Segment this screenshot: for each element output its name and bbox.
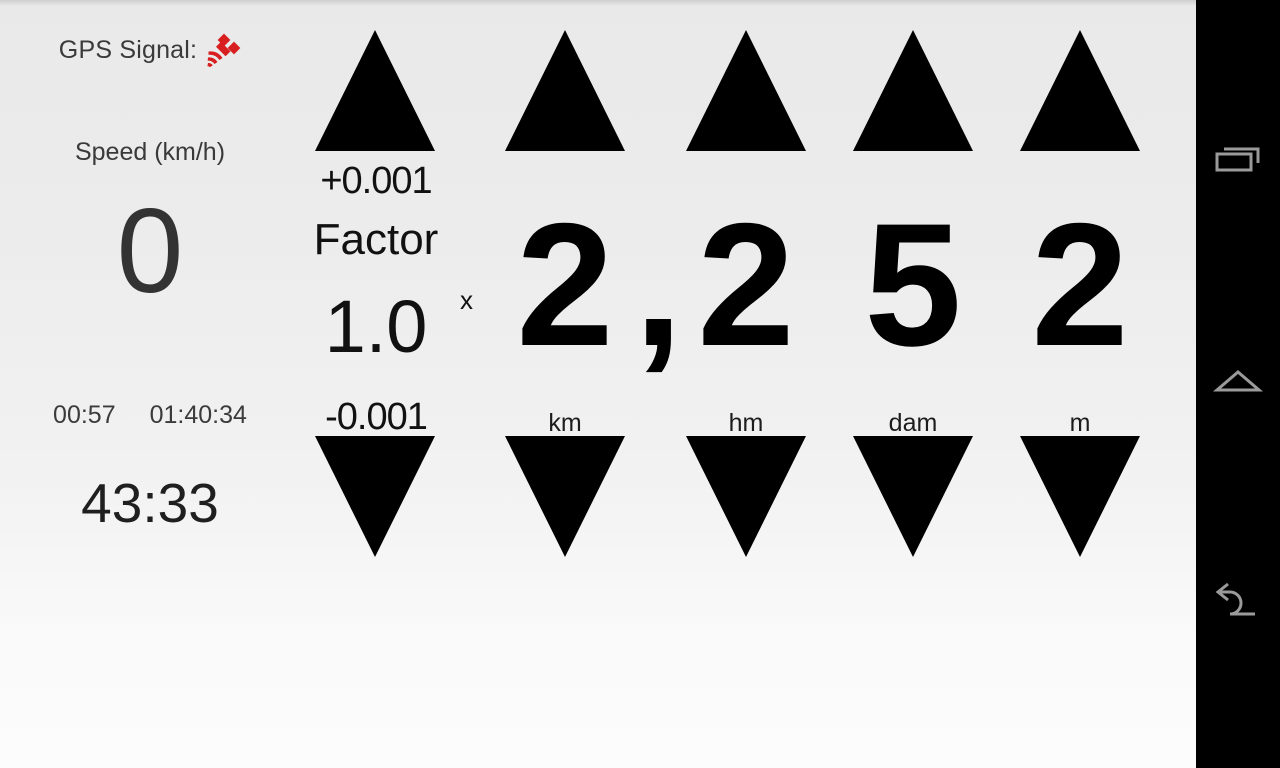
- decrement-triangle-km[interactable]: [505, 436, 625, 557]
- odometer-unit-m: m: [1069, 409, 1091, 437]
- timers-row: 00:57 01:40:34: [0, 401, 300, 430]
- lap-time: 00:57: [53, 401, 116, 429]
- screen: GPS Signal: Speed (km/h) 0 00:57 01:40:3…: [0, 0, 1280, 768]
- decrement-triangle-hm[interactable]: [686, 436, 806, 557]
- increment-triangle-dam[interactable]: [853, 30, 973, 151]
- bottom-toolbar: 3.17: [0, 580, 1196, 768]
- factor-increment-label: +0.001: [320, 160, 432, 202]
- odometer-digit-dam[interactable]: 5: [853, 196, 973, 376]
- satellite-icon: [205, 33, 241, 67]
- elapsed-time: 43:33: [81, 472, 219, 534]
- decrement-triangle-m[interactable]: [1020, 436, 1140, 557]
- back-icon[interactable]: [1196, 562, 1280, 646]
- odometer-digit-km[interactable]: 2: [505, 196, 625, 376]
- odometer-unit-dam: dam: [888, 409, 938, 437]
- factor-value: 1.0: [324, 285, 428, 368]
- odometer-separator: ,: [634, 188, 683, 383]
- increment-triangle-hm[interactable]: [686, 30, 806, 151]
- odometer-digit-hm[interactable]: 2: [686, 196, 806, 376]
- factor-multiply-symbol: x: [460, 285, 473, 315]
- speed-label: Speed (km/h): [74, 138, 226, 166]
- increment-triangle-factor[interactable]: [315, 30, 435, 151]
- left-info-column: GPS Signal: Speed (km/h) 0 00:57 01:40:3…: [0, 0, 300, 580]
- android-navigation-bar: [1196, 0, 1280, 768]
- home-icon[interactable]: [1196, 340, 1280, 424]
- odometer-digit-m[interactable]: 2: [1020, 196, 1140, 376]
- gps-signal-row: GPS Signal:: [0, 33, 300, 67]
- decrement-triangle-factor[interactable]: [315, 436, 435, 557]
- speed-value: 0: [116, 184, 184, 318]
- app-window: GPS Signal: Speed (km/h) 0 00:57 01:40:3…: [0, 0, 1196, 768]
- factor-title: Factor: [313, 215, 439, 264]
- odometer-unit-hm: hm: [728, 409, 764, 437]
- increment-triangle-m[interactable]: [1020, 30, 1140, 151]
- gps-signal-label: GPS Signal:: [58, 35, 198, 64]
- recents-icon[interactable]: [1196, 118, 1280, 202]
- increment-triangle-km[interactable]: [505, 30, 625, 151]
- total-time: 01:40:34: [149, 401, 247, 429]
- factor-decrement-label: -0.001: [325, 396, 428, 438]
- decrement-triangle-dam[interactable]: [853, 436, 973, 557]
- odometer-unit-km: km: [548, 409, 582, 437]
